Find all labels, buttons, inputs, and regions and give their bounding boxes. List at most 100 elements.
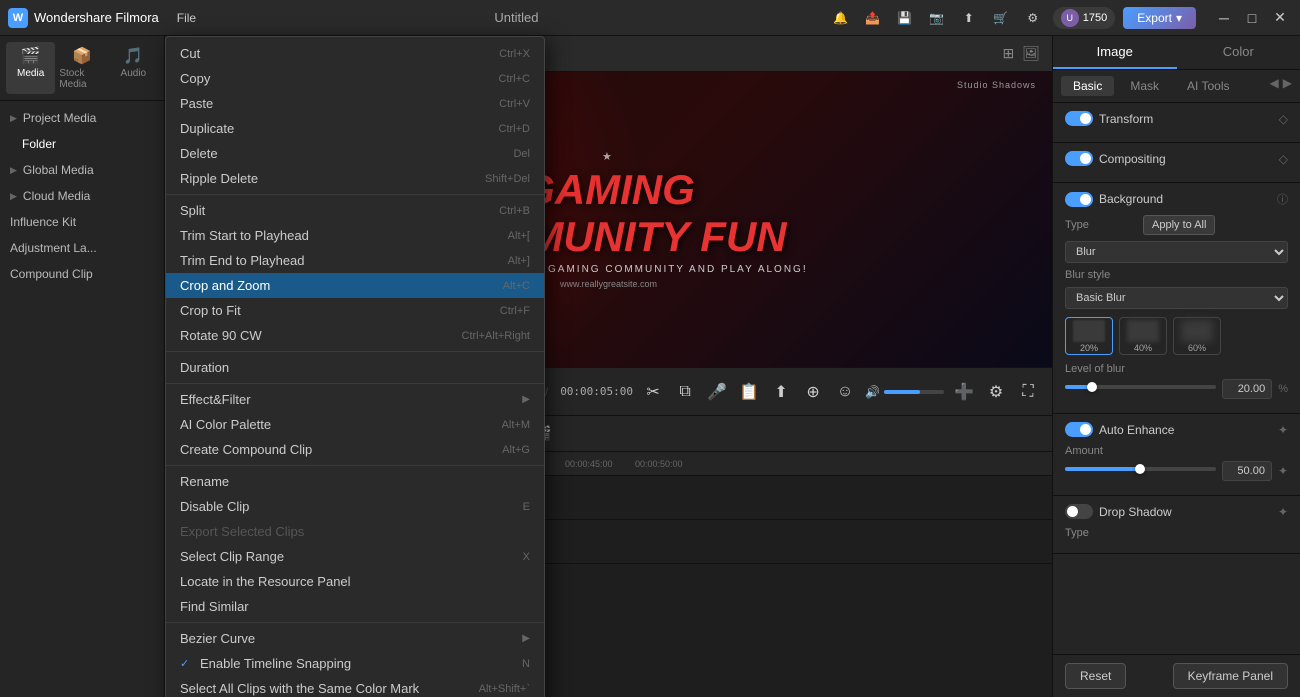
minimize-button[interactable]: ─ [1212,6,1236,30]
sidebar-item-project-media[interactable]: ▶ Project Media [0,105,164,131]
add-audio-button[interactable]: ➕ [952,380,976,404]
menu-file[interactable]: File [169,9,204,27]
blur-style-select-row: Basic Blur [1065,287,1288,309]
tab-color[interactable]: Color [1177,36,1300,69]
ctx-bezier-curve[interactable]: Bezier Curve ▶ [166,626,544,651]
compositing-toggle[interactable] [1065,151,1093,166]
sidebar-item-cloud-media[interactable]: ▶ Cloud Media [0,183,164,209]
keyframe-panel-button[interactable]: Keyframe Panel [1173,663,1288,689]
amount-slider-track[interactable] [1065,467,1216,471]
ctx-paste[interactable]: Paste Ctrl+V [166,91,544,116]
subtab-basic[interactable]: Basic [1061,76,1114,96]
apps-icon[interactable]: ⚙ [1021,6,1045,30]
shop-icon[interactable]: 🛒 [989,6,1013,30]
amount-slider-container [1065,467,1216,475]
add-to-timeline[interactable]: ⊕ [801,380,825,404]
mic-button[interactable]: 🎤 [705,380,729,404]
auto-enhance-magic-icon[interactable]: ✦ [1278,423,1288,437]
ctx-crop-and-zoom[interactable]: Crop and Zoom Alt+C [166,273,544,298]
blur-box-60[interactable]: 60% [1173,317,1221,355]
blur-style-select[interactable]: Basic Blur [1065,287,1288,309]
tab-media[interactable]: 🎬 Media [6,42,55,94]
apply-to-all-button[interactable]: Apply to All [1143,215,1215,235]
ctx-cut[interactable]: Cut Ctrl+X [166,41,544,66]
panel-next-icon[interactable]: ▶ [1283,76,1292,96]
ctx-split[interactable]: Split Ctrl+B [166,198,544,223]
fullscreen-button[interactable]: ⛶ [1016,380,1040,404]
notification-icon[interactable]: 🔔 [829,6,853,30]
background-toggle[interactable] [1065,192,1093,207]
ctx-find-similar[interactable]: Find Similar [166,594,544,619]
export-clip-button[interactable]: ⬆ [769,380,793,404]
panel-nav: ◀ ▶ [1270,76,1292,96]
sidebar-item-folder[interactable]: Folder [0,131,164,157]
upload-icon[interactable]: ⬆ [957,6,981,30]
amount-slider-thumb[interactable] [1135,464,1145,474]
caption-button[interactable]: 📋 [737,380,761,404]
camera-icon[interactable]: 📷 [925,6,949,30]
blur-slider-track[interactable] [1065,385,1216,389]
volume-icon[interactable]: 🔊 [865,385,880,399]
transform-expand-icon[interactable]: ◇ [1279,112,1288,126]
emoji-button[interactable]: ☺ [833,380,857,404]
sidebar-item-adjustment[interactable]: Adjustment La... [0,235,164,261]
panel-prev-icon[interactable]: ◀ [1270,76,1279,96]
background-type-select[interactable]: Blur [1065,241,1288,263]
export-button[interactable]: Export ▾ [1123,7,1196,29]
subtab-mask[interactable]: Mask [1118,76,1171,96]
reset-button[interactable]: Reset [1065,663,1126,689]
blur-box-20[interactable]: 20% [1065,317,1113,355]
tab-audio[interactable]: 🎵 Audio [109,42,158,94]
ctx-effect-filter[interactable]: Effect&Filter ▶ [166,387,544,412]
drop-shadow-toggle[interactable] [1065,504,1093,519]
compositing-section: Compositing ◇ [1053,143,1300,183]
sidebar-item-compound-clip[interactable]: Compound Clip [0,261,164,287]
ctx-rotate90[interactable]: Rotate 90 CW Ctrl+Alt+Right [166,323,544,348]
tab-stock-media[interactable]: 📦 Stock Media [57,42,106,94]
blur-box-40[interactable]: 40% [1119,317,1167,355]
ctx-copy-label: Copy [180,71,210,86]
auto-enhance-toggle[interactable] [1065,422,1093,437]
ctx-trim-start[interactable]: Trim Start to Playhead Alt+[ [166,223,544,248]
sidebar-item-influence-kit[interactable]: Influence Kit [0,209,164,235]
ctx-duration[interactable]: Duration [166,355,544,380]
maximize-button[interactable]: □ [1240,6,1264,30]
ctx-create-compound[interactable]: Create Compound Clip Alt+G [166,437,544,462]
ctx-select-same-color[interactable]: Select All Clips with the Same Color Mar… [166,676,544,697]
close-button[interactable]: ✕ [1268,6,1292,30]
ctx-ai-color[interactable]: AI Color Palette Alt+M [166,412,544,437]
export-icon[interactable]: 📤 [861,6,885,30]
ctx-ripple-delete[interactable]: Ripple Delete Shift+Del [166,166,544,191]
subtab-ai-tools[interactable]: AI Tools [1175,76,1241,96]
drop-shadow-magic-icon[interactable]: ✦ [1278,505,1288,519]
ctx-trim-end-label: Trim End to Playhead [180,253,305,268]
ctx-crop-to-fit[interactable]: Crop to Fit Ctrl+F [166,298,544,323]
amount-value-input[interactable]: 50.00 [1222,461,1272,481]
ctx-enable-snapping[interactable]: ✓ Enable Timeline Snapping N [166,651,544,676]
volume-slider[interactable] [884,390,944,394]
sidebar-item-global-media[interactable]: ▶ Global Media [0,157,164,183]
blur-value-input[interactable]: 20.00 [1222,379,1272,399]
ctx-range-shortcut: X [523,551,530,563]
crop-button[interactable]: ⧉ [673,380,697,404]
ctx-duplicate[interactable]: Duplicate Ctrl+D [166,116,544,141]
settings-button[interactable]: ⚙ [984,380,1008,404]
ctx-locate-resource[interactable]: Locate in the Resource Panel [166,569,544,594]
ctx-trim-end[interactable]: Trim End to Playhead Alt+] [166,248,544,273]
drop-shadow-title: Drop Shadow [1099,505,1272,519]
ctx-copy[interactable]: Copy Ctrl+C [166,66,544,91]
blur-slider-thumb[interactable] [1087,382,1097,392]
ctx-disable-clip[interactable]: Disable Clip E [166,494,544,519]
compositing-expand-icon[interactable]: ◇ [1279,152,1288,166]
grid-icon[interactable]: ⊞ [1002,45,1014,62]
ctx-rename[interactable]: Rename [166,469,544,494]
ctx-select-clip-range[interactable]: Select Clip Range X [166,544,544,569]
ctx-delete[interactable]: Delete Del [166,141,544,166]
tab-image[interactable]: Image [1053,36,1177,69]
transform-toggle-knob [1080,113,1091,124]
transform-toggle[interactable] [1065,111,1093,126]
amount-reset-icon[interactable]: ✦ [1278,464,1288,478]
screenshot-icon[interactable]: 🖼 [1022,45,1040,62]
import-icon[interactable]: 💾 [893,6,917,30]
split-at-playhead[interactable]: ✂ [641,380,665,404]
